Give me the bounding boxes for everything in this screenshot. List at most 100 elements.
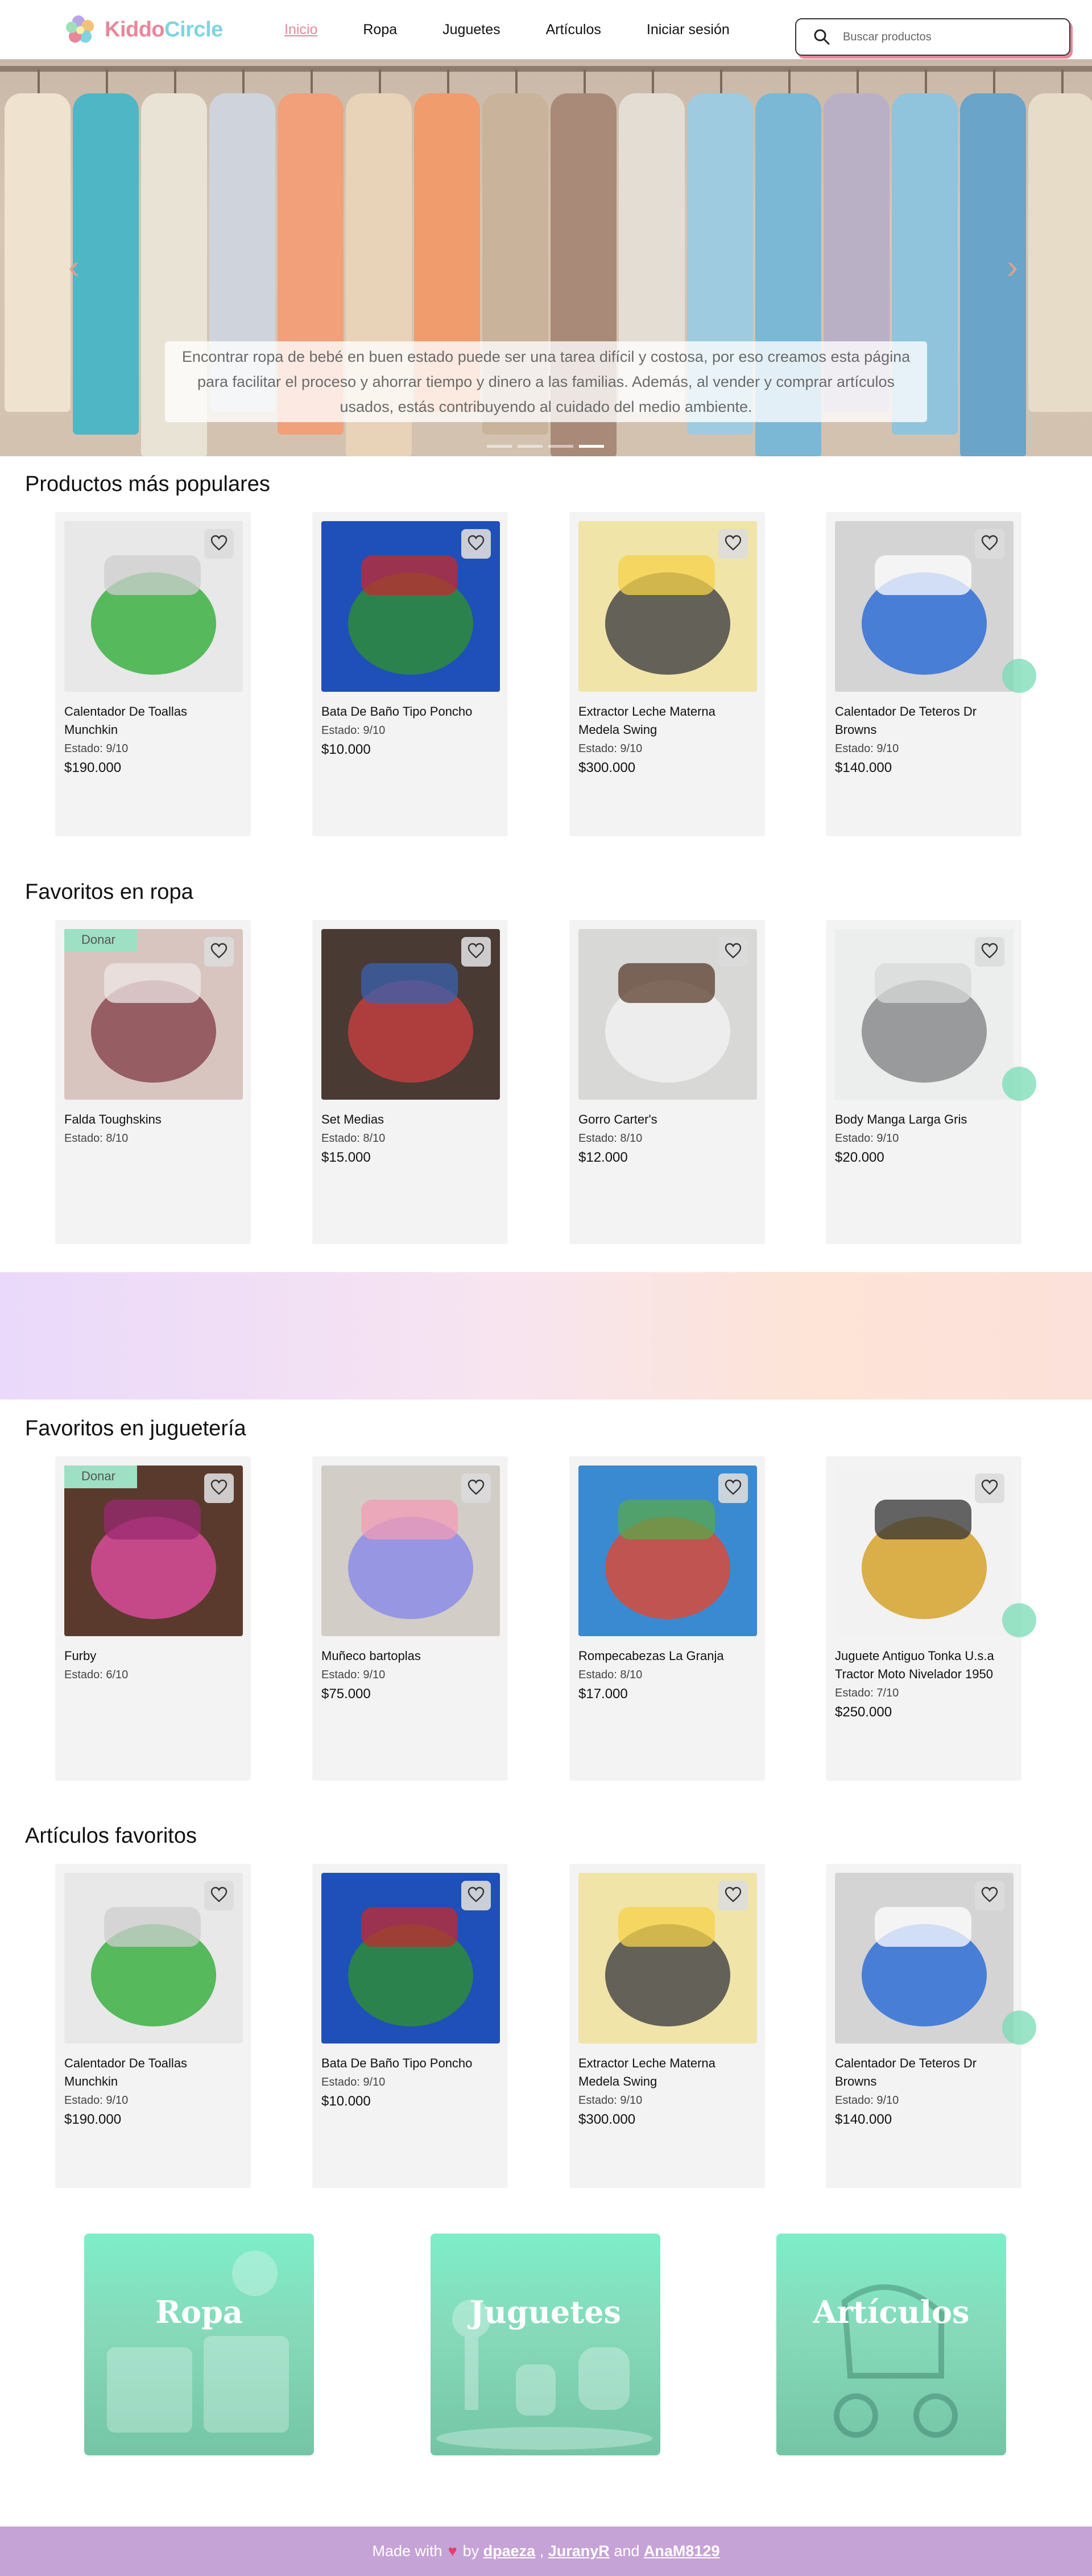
author-link-anam8129[interactable]: AnaM8129: [644, 2542, 720, 2560]
favorite-button[interactable]: [204, 1473, 234, 1503]
chat-bubble-icon[interactable]: [1002, 1603, 1036, 1637]
favorite-button[interactable]: [461, 1473, 491, 1503]
garment: [73, 93, 139, 435]
product-card[interactable]: Bata De Baño Tipo Poncho Estado: 9/10 $10.…: [312, 1864, 508, 2188]
heart-outline-icon: [210, 1886, 228, 1905]
favorite-button[interactable]: [718, 1473, 748, 1503]
product-card[interactable]: Donar Falda Toughskins Estado: 8/10: [55, 920, 251, 1244]
footer: Made with ♥ by dpaeza , JuranyR and AnaM…: [0, 2527, 1092, 2576]
heart-outline-icon: [725, 1479, 742, 1498]
favorite-button[interactable]: [975, 1473, 1004, 1503]
product-card[interactable]: Extractor Leche Materna Medela Swing Esta…: [569, 512, 765, 836]
carousel-dot[interactable]: [548, 445, 573, 448]
product-card[interactable]: Muñeco bartoplas Estado: 9/10 $75.000: [312, 1456, 508, 1781]
hanger: [925, 69, 927, 96]
hanger: [515, 69, 518, 96]
product-state: Estado: 8/10: [321, 1132, 386, 1145]
category-tile-ropa[interactable]: Ropa: [84, 2234, 314, 2455]
carousel-dot[interactable]: [579, 445, 604, 448]
favorite-button[interactable]: [204, 529, 234, 559]
section-title: Productos más populares: [25, 472, 270, 496]
favorite-button[interactable]: [461, 1881, 491, 1910]
product-price: $300.000: [578, 760, 636, 775]
footer-made-with: Made with: [372, 2542, 442, 2560]
search-bar: [795, 18, 1070, 56]
chat-bubble-icon[interactable]: [1002, 2011, 1036, 2045]
logo[interactable]: KiddoCircle: [61, 11, 223, 48]
product-card[interactable]: Gorro Carter's Estado: 8/10 $12.000: [569, 920, 765, 1244]
favorite-button[interactable]: [204, 937, 234, 967]
heart-outline-icon: [468, 1886, 485, 1905]
chat-bubble-icon[interactable]: [1002, 659, 1036, 693]
carousel-prev-button[interactable]: ‹: [68, 247, 80, 286]
product-price: $15.000: [321, 1150, 371, 1165]
product-card[interactable]: Calentador De Toallas Munchkin Estado: 9/…: [55, 1864, 251, 2188]
favorite-button[interactable]: [718, 1881, 748, 1910]
author-link-juranyr[interactable]: JuranyR: [548, 2542, 610, 2560]
product-name: Bata De Baño Tipo Poncho: [321, 2056, 473, 2070]
search-input[interactable]: [842, 30, 1060, 44]
nav-link-inicio[interactable]: Inicio: [284, 22, 317, 38]
product-name: Extractor Leche Materna Medela Swing: [578, 2056, 715, 2088]
product-name: Bata De Baño Tipo Poncho: [321, 704, 473, 719]
product-card[interactable]: Calentador De Teteros Dr Browns Estado: 9…: [826, 1864, 1036, 2188]
heart-outline-icon: [981, 535, 998, 554]
category-label: Juguetes: [470, 2294, 621, 2330]
category-juguetes-image: [436, 2300, 652, 2450]
hanger: [242, 69, 245, 96]
favorite-button[interactable]: [461, 937, 491, 967]
carousel-next-button[interactable]: ›: [1007, 247, 1018, 286]
product-card[interactable]: Set Medias Estado: 8/10 $15.000: [312, 920, 508, 1244]
nav-link-iniciar-sesion[interactable]: Iniciar sesión: [647, 22, 730, 38]
hanger: [720, 69, 722, 96]
nav-link-juguetes[interactable]: Juguetes: [442, 22, 500, 38]
product-card[interactable]: Calentador De Teteros Dr Browns Estado: 9…: [826, 512, 1036, 836]
favorite-button[interactable]: [204, 1881, 234, 1910]
chat-bubble-icon[interactable]: [1002, 1067, 1036, 1101]
product-state: Estado: 9/10: [835, 1132, 899, 1145]
carousel-dot[interactable]: [487, 445, 512, 448]
product-card[interactable]: Extractor Leche Materna Medela Swing Esta…: [569, 1864, 765, 2188]
category-label: Ropa: [155, 2294, 243, 2330]
category-tile-articulos[interactable]: Artículos: [776, 2234, 1006, 2455]
category-tile-juguetes[interactable]: Juguetes: [431, 2234, 660, 2455]
product-card[interactable]: Donar Furby Estado: 6/10: [55, 1456, 251, 1781]
product-state: Estado: 6/10: [64, 1669, 129, 1681]
category-ropa-image: [107, 2251, 289, 2433]
heart-outline-icon: [468, 535, 485, 554]
search-icon[interactable]: [813, 28, 830, 46]
product-card[interactable]: Rompecabezas La Granja Estado: 8/10 $17.00…: [569, 1456, 765, 1781]
favorite-button[interactable]: [718, 529, 748, 559]
hanger: [447, 69, 449, 96]
favorite-button[interactable]: [718, 937, 748, 967]
category-articulos-image: [834, 2284, 958, 2438]
product-card[interactable]: Bata De Baño Tipo Poncho Estado: 9/10 $10.…: [312, 512, 508, 836]
donar-label: Donar: [81, 932, 115, 947]
author-link-dpaeza[interactable]: dpaeza: [483, 2542, 536, 2560]
carousel-dot[interactable]: [518, 445, 543, 448]
product-state: Estado: 9/10: [578, 2094, 643, 2107]
product-card[interactable]: Juguete Antiguo Tonka U.s.a Tractor Moto…: [826, 1456, 1036, 1781]
heart-outline-icon: [468, 943, 485, 961]
favorite-button[interactable]: [461, 529, 491, 559]
product-card[interactable]: Calentador De Toallas Munchkin Estado: 9/…: [55, 512, 251, 836]
hanger: [584, 69, 586, 96]
heart-outline-icon: [210, 943, 228, 961]
hero-carousel: ‹ › Encontrar ropa de bebé en buen estad…: [0, 59, 1092, 456]
favorite-button[interactable]: [975, 937, 1004, 967]
section-title: Artículos favoritos: [25, 1824, 197, 1848]
favorite-button[interactable]: [975, 529, 1004, 559]
product-price: $75.000: [321, 1686, 371, 1702]
product-state: Estado: 9/10: [64, 742, 129, 755]
donar-label: Donar: [81, 1469, 115, 1483]
nav-link-ropa[interactable]: Ropa: [363, 22, 397, 38]
product-name: Calentador De Toallas Munchkin: [64, 2056, 188, 2088]
product-state: Estado: 8/10: [64, 1132, 129, 1145]
hanger: [993, 69, 995, 96]
heart-outline-icon: [210, 1479, 228, 1498]
hanger: [788, 69, 791, 96]
product-state: Estado: 9/10: [835, 2094, 899, 2107]
favorite-button[interactable]: [975, 1881, 1004, 1910]
product-card[interactable]: Body Manga Larga Gris Estado: 9/10 $20.000: [826, 920, 1036, 1244]
nav-link-articulos[interactable]: Artículos: [546, 22, 601, 38]
